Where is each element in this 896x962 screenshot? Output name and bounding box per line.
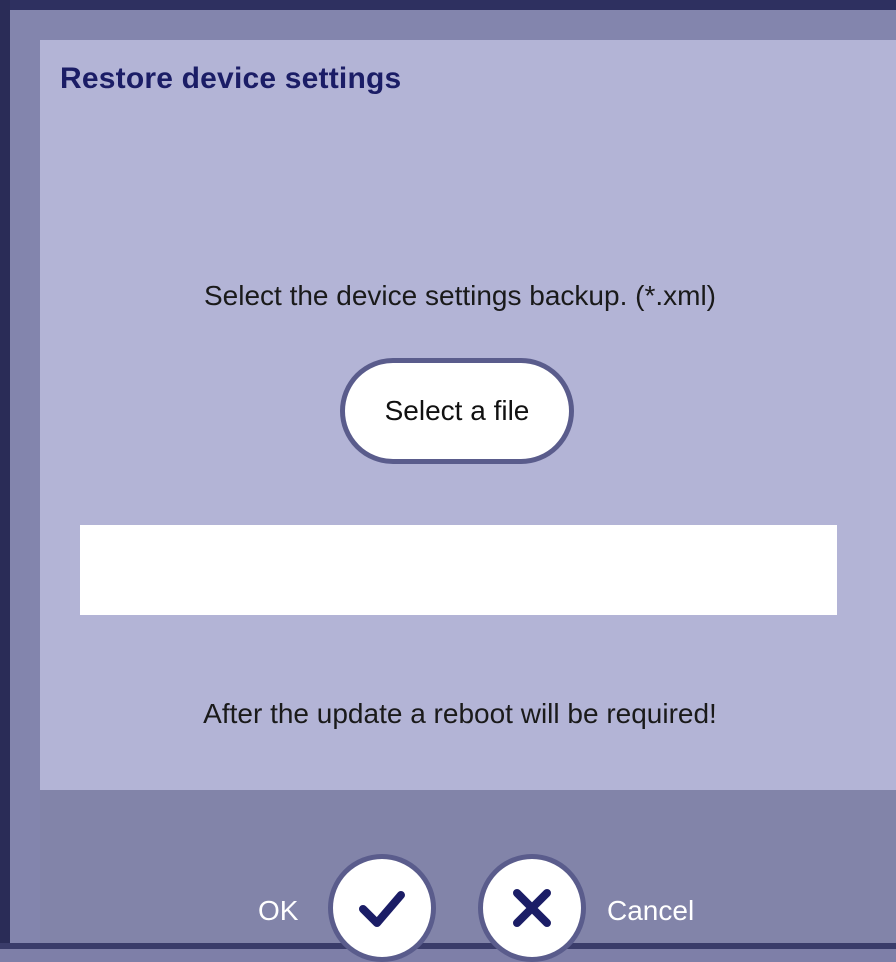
dialog-title: Restore device settings bbox=[60, 62, 401, 96]
select-file-button[interactable]: Select a file bbox=[340, 358, 574, 464]
selected-file-field[interactable] bbox=[80, 525, 837, 615]
restore-settings-dialog: Restore device settings Select the devic… bbox=[40, 40, 896, 943]
cancel-button[interactable] bbox=[478, 854, 586, 962]
ok-label: OK bbox=[258, 895, 298, 927]
backdrop-top-edge bbox=[0, 0, 896, 10]
ok-button[interactable] bbox=[328, 854, 436, 962]
dialog-footer: OK Cancel bbox=[40, 790, 896, 943]
instruction-text: Select the device settings backup. (*.xm… bbox=[40, 280, 880, 312]
close-icon bbox=[503, 879, 561, 937]
backdrop-left-edge bbox=[0, 0, 10, 949]
checkmark-icon bbox=[353, 879, 411, 937]
reboot-warning-text: After the update a reboot will be requir… bbox=[40, 698, 880, 730]
cancel-label: Cancel bbox=[607, 895, 694, 927]
backdrop-bottom-edge bbox=[0, 943, 896, 949]
